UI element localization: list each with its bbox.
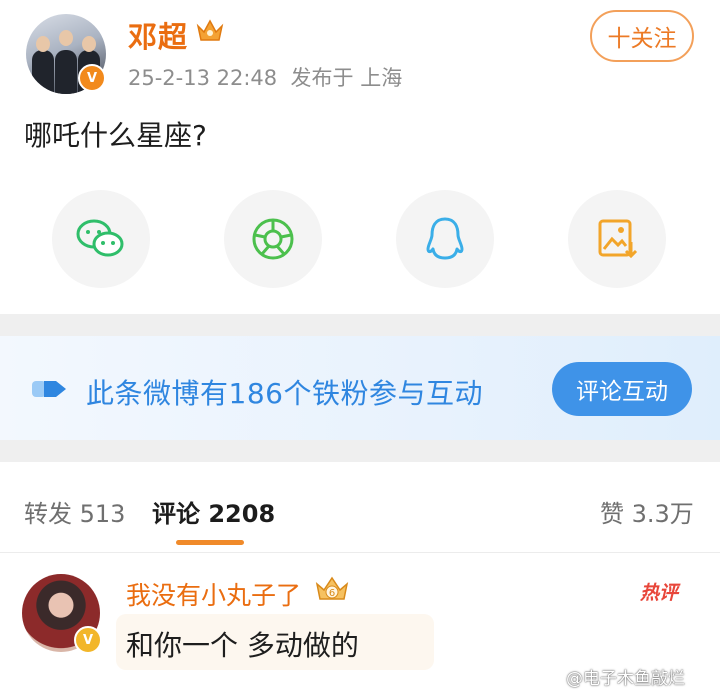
section-divider — [0, 314, 720, 336]
moments-icon — [252, 218, 294, 260]
save-image-icon — [598, 219, 638, 259]
hot-comment-badge: 热评 — [640, 582, 679, 604]
tabs-divider — [0, 552, 720, 553]
vip-crown-icon — [196, 19, 224, 41]
tab-comments[interactable]: 评论 2208 — [152, 494, 275, 529]
follow-button[interactable]: 十关注 — [590, 10, 694, 62]
save-image-button[interactable] — [568, 190, 666, 288]
share-moments-button[interactable] — [224, 190, 322, 288]
share-wechat-button[interactable] — [52, 190, 150, 288]
watermark: @电子木鱼敲烂 — [566, 669, 685, 689]
post-location: 发布于 上海 — [290, 66, 403, 90]
verified-badge-icon: V — [78, 64, 106, 92]
tab-likes[interactable]: 赞 3.3万 — [600, 494, 694, 529]
share-qq-button[interactable] — [396, 190, 494, 288]
post-text: 哪吒什么星座? — [24, 119, 207, 152]
active-tab-indicator — [176, 540, 244, 545]
fan-level-badge-icon: 6 — [315, 576, 349, 600]
author-name[interactable]: 邓超 — [128, 14, 188, 56]
qq-icon — [426, 217, 464, 260]
post-meta: 25-2-13 22:48 发布于 上海 — [128, 62, 402, 92]
post-timestamp: 25-2-13 22:48 — [128, 66, 278, 90]
fan-arrow-icon — [32, 381, 66, 397]
commenter-verified-icon: V — [74, 626, 102, 654]
comment-interaction-button[interactable]: 评论互动 — [552, 362, 692, 416]
wechat-icon — [76, 219, 124, 257]
fan-interaction-text: 此条微博有186个铁粉参与互动 — [86, 377, 483, 410]
commenter-name[interactable]: 我没有小丸子了 — [126, 576, 301, 612]
tab-repost[interactable]: 转发 513 — [24, 494, 125, 529]
section-divider — [0, 440, 720, 462]
svg-text:6: 6 — [329, 588, 335, 599]
comment-text: 和你一个 多动做的 — [126, 629, 359, 662]
